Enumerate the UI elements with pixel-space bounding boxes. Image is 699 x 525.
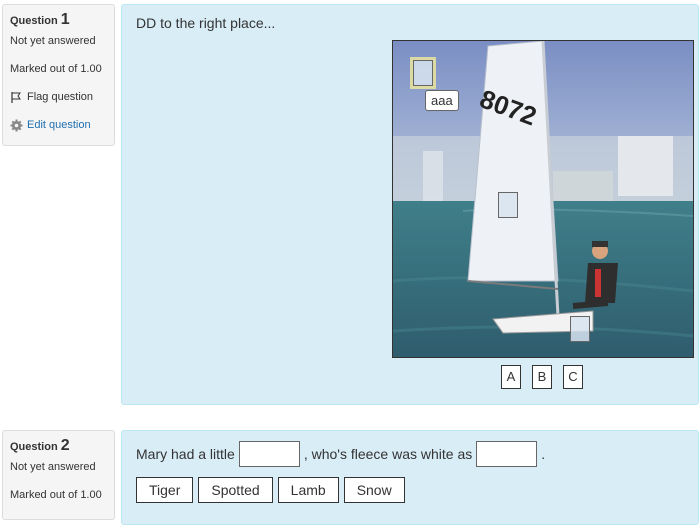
dropped-item-tooltip: aaa — [425, 90, 459, 111]
drag-drop-background-image: 8072 aaa — [392, 40, 694, 358]
question-number: 2 — [60, 437, 70, 454]
drag-choice-a[interactable]: A — [501, 365, 521, 389]
question-2-info: Question 2 Not yet answered Marked out o… — [2, 430, 115, 520]
question-text-part-3: . — [541, 446, 546, 462]
drop-zone-1[interactable] — [413, 60, 433, 86]
drag-choice-c[interactable]: C — [563, 365, 583, 389]
question-label: Question — [10, 441, 58, 453]
flag-icon — [10, 91, 23, 104]
drop-blank-2[interactable] — [476, 441, 538, 467]
question-number: 1 — [60, 11, 70, 28]
drag-choice-lamb[interactable]: Lamb — [277, 477, 339, 503]
question-2-heading: Question 2 — [10, 437, 114, 456]
gear-icon — [10, 119, 23, 132]
drag-choice-snow[interactable]: Snow — [343, 477, 405, 503]
question-status: Not yet answered — [10, 461, 96, 473]
question-text: DD to the right place... — [136, 15, 276, 31]
drop-zone-3[interactable] — [570, 316, 590, 342]
question-text-part-2: , who's fleece was white as — [303, 446, 473, 462]
question-1-content: DD to the right place... 8072 aaa A B C — [121, 4, 699, 405]
sailboat-photo: 8072 — [393, 41, 693, 357]
drop-blank-1[interactable] — [238, 441, 300, 467]
edit-question-link[interactable]: Edit question — [10, 118, 114, 132]
flag-question-button[interactable]: Flag question — [10, 90, 114, 104]
question-marks: Marked out of 1.00 — [10, 489, 102, 501]
drag-choice-spotted[interactable]: Spotted — [198, 477, 273, 503]
drop-zone-2[interactable] — [498, 192, 518, 218]
question-1-heading: Question 1 — [10, 11, 114, 30]
edit-question-label: Edit question — [27, 119, 91, 131]
question-status: Not yet answered — [10, 35, 96, 47]
question-2-text: Mary had a little , who's fleece was whi… — [136, 441, 545, 467]
drag-choices: Tiger Spotted Lamb Snow — [136, 477, 405, 503]
drag-choice-tiger[interactable]: Tiger — [136, 477, 194, 503]
question-marks: Marked out of 1.00 — [10, 63, 102, 75]
question-2-content: Mary had a little , who's fleece was whi… — [121, 430, 699, 525]
question-text-part-1: Mary had a little — [136, 446, 235, 462]
question-1-info: Question 1 Not yet answered Marked out o… — [2, 4, 115, 146]
question-label: Question — [10, 15, 58, 27]
drag-choice-b[interactable]: B — [532, 365, 552, 389]
flag-question-label: Flag question — [27, 91, 94, 103]
